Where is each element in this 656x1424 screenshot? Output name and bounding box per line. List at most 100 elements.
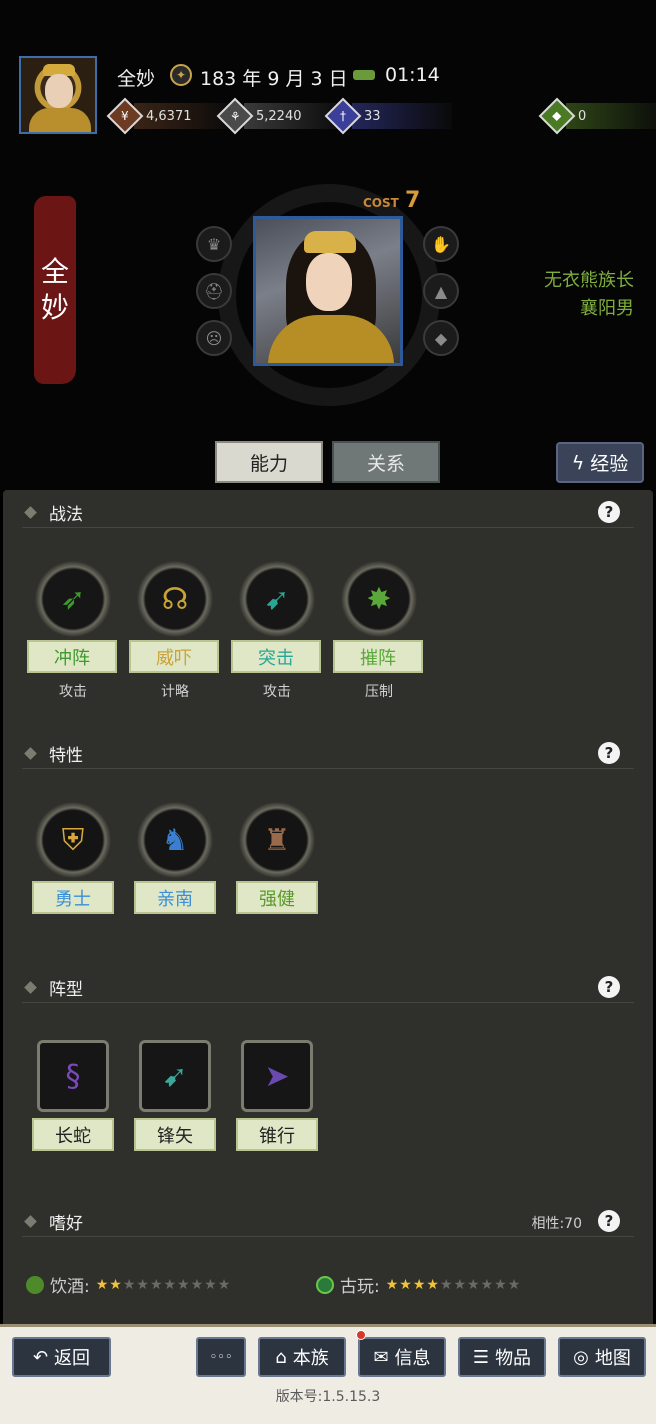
more-button[interactable]: ◦◦◦: [196, 1337, 246, 1377]
formation-name: 锋矢: [134, 1118, 216, 1151]
hat-icon[interactable]: ▲: [423, 273, 459, 309]
resource-gem[interactable]: † 33: [324, 97, 452, 135]
affinity-value: 相性:70: [531, 1216, 582, 1232]
weightlifter-icon: ♜: [239, 802, 315, 878]
jade-disc-icon: [316, 1275, 334, 1294]
rating-stars: ★★★★★★★★★★: [386, 1277, 522, 1293]
game-date: 183 年 9 月 3 日: [200, 68, 348, 90]
scholar-cap-icon[interactable]: ◆: [423, 320, 459, 356]
bag-icon: ☰: [472, 1346, 490, 1368]
formation-item[interactable]: ➹ 锋矢: [133, 1040, 217, 1151]
preference-label: 饮酒:: [50, 1277, 90, 1297]
resource-potion[interactable]: ◆ 0: [538, 97, 656, 135]
lightning-icon: ϟ: [571, 451, 585, 474]
snake-icon: §: [37, 1040, 109, 1112]
trait-name: 亲南: [134, 881, 216, 914]
trait-item[interactable]: ♞ 亲南: [133, 802, 217, 914]
section-title: 战法: [49, 505, 83, 525]
section-title: 特性: [49, 746, 83, 766]
info-button[interactable]: ✉ 信息: [358, 1337, 446, 1377]
section-title: 嗜好: [49, 1214, 83, 1234]
header: 全妙 ✦ 183 年 9 月 3 日 01:14 ¥ 4,6371 ⚘ 5,22…: [0, 0, 656, 490]
character-rank: 襄阳男: [580, 298, 634, 319]
clan-button[interactable]: ⌂ 本族: [258, 1337, 346, 1377]
stars-filled: ★★★★: [385, 1276, 440, 1293]
help-icon[interactable]: ?: [598, 501, 620, 523]
tactic-name: 威吓: [129, 640, 219, 673]
tactic-type: 计略: [161, 684, 189, 700]
section-tactics: 战法 ?: [22, 498, 634, 528]
diamond-icon: [24, 747, 37, 760]
cost-label: COST: [363, 196, 399, 210]
tactic-item[interactable]: ☊ 威吓 计略: [129, 561, 221, 701]
stars-empty: ★★★★★★: [439, 1276, 522, 1293]
runner-icon: ➹: [239, 561, 315, 637]
tactic-item[interactable]: ➶ 冲阵 攻击: [27, 561, 119, 701]
player-avatar[interactable]: [19, 56, 97, 134]
formation-item[interactable]: § 长蛇: [31, 1040, 115, 1151]
warrior-helmet-icon: ⛨: [35, 802, 111, 878]
break-formation-icon: ✸: [341, 561, 417, 637]
help-icon[interactable]: ?: [598, 1210, 620, 1232]
mask-icon[interactable]: ☹: [196, 320, 232, 356]
trait-item[interactable]: ♜ 强健: [235, 802, 319, 914]
stars-filled: ★★: [95, 1276, 123, 1293]
trait-item[interactable]: ⛨ 勇士: [31, 802, 115, 914]
elephant-icon: ♞: [137, 802, 213, 878]
map-button[interactable]: ◎ 地图: [558, 1337, 646, 1377]
button-label: 物品: [495, 1348, 532, 1369]
formation-item[interactable]: ➤ 锥行: [235, 1040, 319, 1151]
helmet-icon[interactable]: ⛑: [196, 273, 232, 309]
clan-icon: ⌂: [275, 1346, 287, 1368]
diamond-icon: [24, 1215, 37, 1228]
resource-value: 33: [352, 103, 452, 129]
preference-item: 饮酒: ★★★★★★★★★★: [26, 1272, 231, 1297]
horse-icon: [353, 70, 375, 80]
bottom-bar: ↶ 返回 ◦◦◦ ⌂ 本族 ✉ 信息 ☰ 物品 ◎ 地图 版本号:1.5.15.…: [0, 1324, 656, 1424]
rating-stars: ★★★★★★★★★★: [96, 1277, 232, 1293]
tactic-name: 冲阵: [27, 640, 117, 673]
hand-icon[interactable]: ✋: [423, 226, 459, 262]
character-portrait: [253, 216, 403, 366]
exp-button[interactable]: ϟ 经验: [556, 442, 644, 483]
globe-icon: ◎: [573, 1346, 589, 1368]
trait-name: 强健: [236, 881, 318, 914]
resource-value: 0: [566, 103, 656, 129]
tab-relation[interactable]: 关系: [332, 441, 440, 483]
section-title: 阵型: [49, 980, 83, 1000]
character-title: 无衣熊族长: [544, 270, 634, 291]
exp-label: 经验: [590, 453, 629, 475]
help-icon[interactable]: ?: [598, 976, 620, 998]
tab-ability[interactable]: 能力: [215, 441, 323, 483]
chat-icon: ✉: [373, 1346, 389, 1368]
tactic-item[interactable]: ✸ 摧阵 压制: [333, 561, 425, 701]
diamond-icon: [24, 981, 37, 994]
help-icon[interactable]: ?: [598, 742, 620, 764]
items-button[interactable]: ☰ 物品: [458, 1337, 546, 1377]
tactic-item[interactable]: ➹ 突击 攻击: [231, 561, 323, 701]
calendar-icon: ✦: [170, 64, 192, 86]
tactic-name: 突击: [231, 640, 321, 673]
character-name-banner: 全 妙: [34, 196, 76, 384]
preference-item: 古玩: ★★★★★★★★★★: [316, 1272, 521, 1297]
arrowhead-icon: ➹: [139, 1040, 211, 1112]
wine-icon: [26, 1275, 44, 1294]
section-preferences: 嗜好 相性:70 ?: [22, 1207, 634, 1237]
button-label: 信息: [394, 1348, 431, 1369]
section-traits: 特性 ?: [22, 739, 634, 769]
name-char: 妙: [40, 291, 69, 324]
formation-name: 长蛇: [32, 1118, 114, 1151]
wedge-icon: ➤: [241, 1040, 313, 1112]
game-time: 01:14: [385, 64, 440, 86]
charge-icon: ➶: [35, 561, 111, 637]
button-label: 地图: [594, 1348, 631, 1369]
tactic-type: 攻击: [59, 684, 87, 700]
tactic-type: 压制: [365, 684, 393, 700]
section-formations: 阵型 ?: [22, 973, 634, 1003]
name-char: 全: [40, 255, 69, 288]
trait-name: 勇士: [32, 881, 114, 914]
back-arrow-icon: ↶: [32, 1346, 49, 1368]
back-button[interactable]: ↶ 返回: [12, 1337, 111, 1377]
formation-name: 锥行: [236, 1118, 318, 1151]
crown-icon[interactable]: ♛: [196, 226, 232, 262]
